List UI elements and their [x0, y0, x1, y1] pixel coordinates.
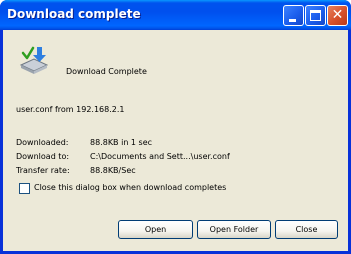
- source-line: user.conf from 192.168.2.1: [16, 105, 125, 114]
- minimize-icon: [289, 19, 296, 22]
- transfer-rate-value: 88.8KB/Sec: [90, 166, 136, 175]
- close-button[interactable]: Close: [275, 220, 338, 239]
- download-complete-icon: [19, 46, 49, 74]
- close-window-button[interactable]: ✕: [327, 5, 348, 26]
- transfer-rate-label: Transfer rate:: [16, 166, 70, 175]
- download-to-value: C:\Documents and Sett...\user.conf: [90, 152, 230, 161]
- download-to-label: Download to:: [16, 152, 70, 161]
- downloaded-value: 88.8KB in 1 sec: [90, 138, 153, 147]
- open-folder-button[interactable]: Open Folder: [197, 220, 271, 239]
- close-on-complete-label[interactable]: Close this dialog box when download comp…: [34, 183, 226, 192]
- dialog-body: Download Complete user.conf from 192.168…: [3, 30, 348, 251]
- downloaded-label: Downloaded:: [16, 138, 69, 147]
- maximize-icon: [310, 10, 321, 21]
- open-button[interactable]: Open: [118, 220, 193, 239]
- close-icon: ✕: [331, 7, 344, 23]
- download-dialog: Download complete ✕ Download Complete us…: [0, 0, 351, 254]
- window-title: Download complete: [7, 7, 141, 21]
- minimize-button[interactable]: [283, 5, 304, 26]
- title-bar[interactable]: Download complete ✕: [0, 0, 351, 30]
- close-on-complete-checkbox[interactable]: [19, 183, 30, 194]
- maximize-button[interactable]: [305, 5, 326, 26]
- download-complete-label: Download Complete: [66, 67, 147, 76]
